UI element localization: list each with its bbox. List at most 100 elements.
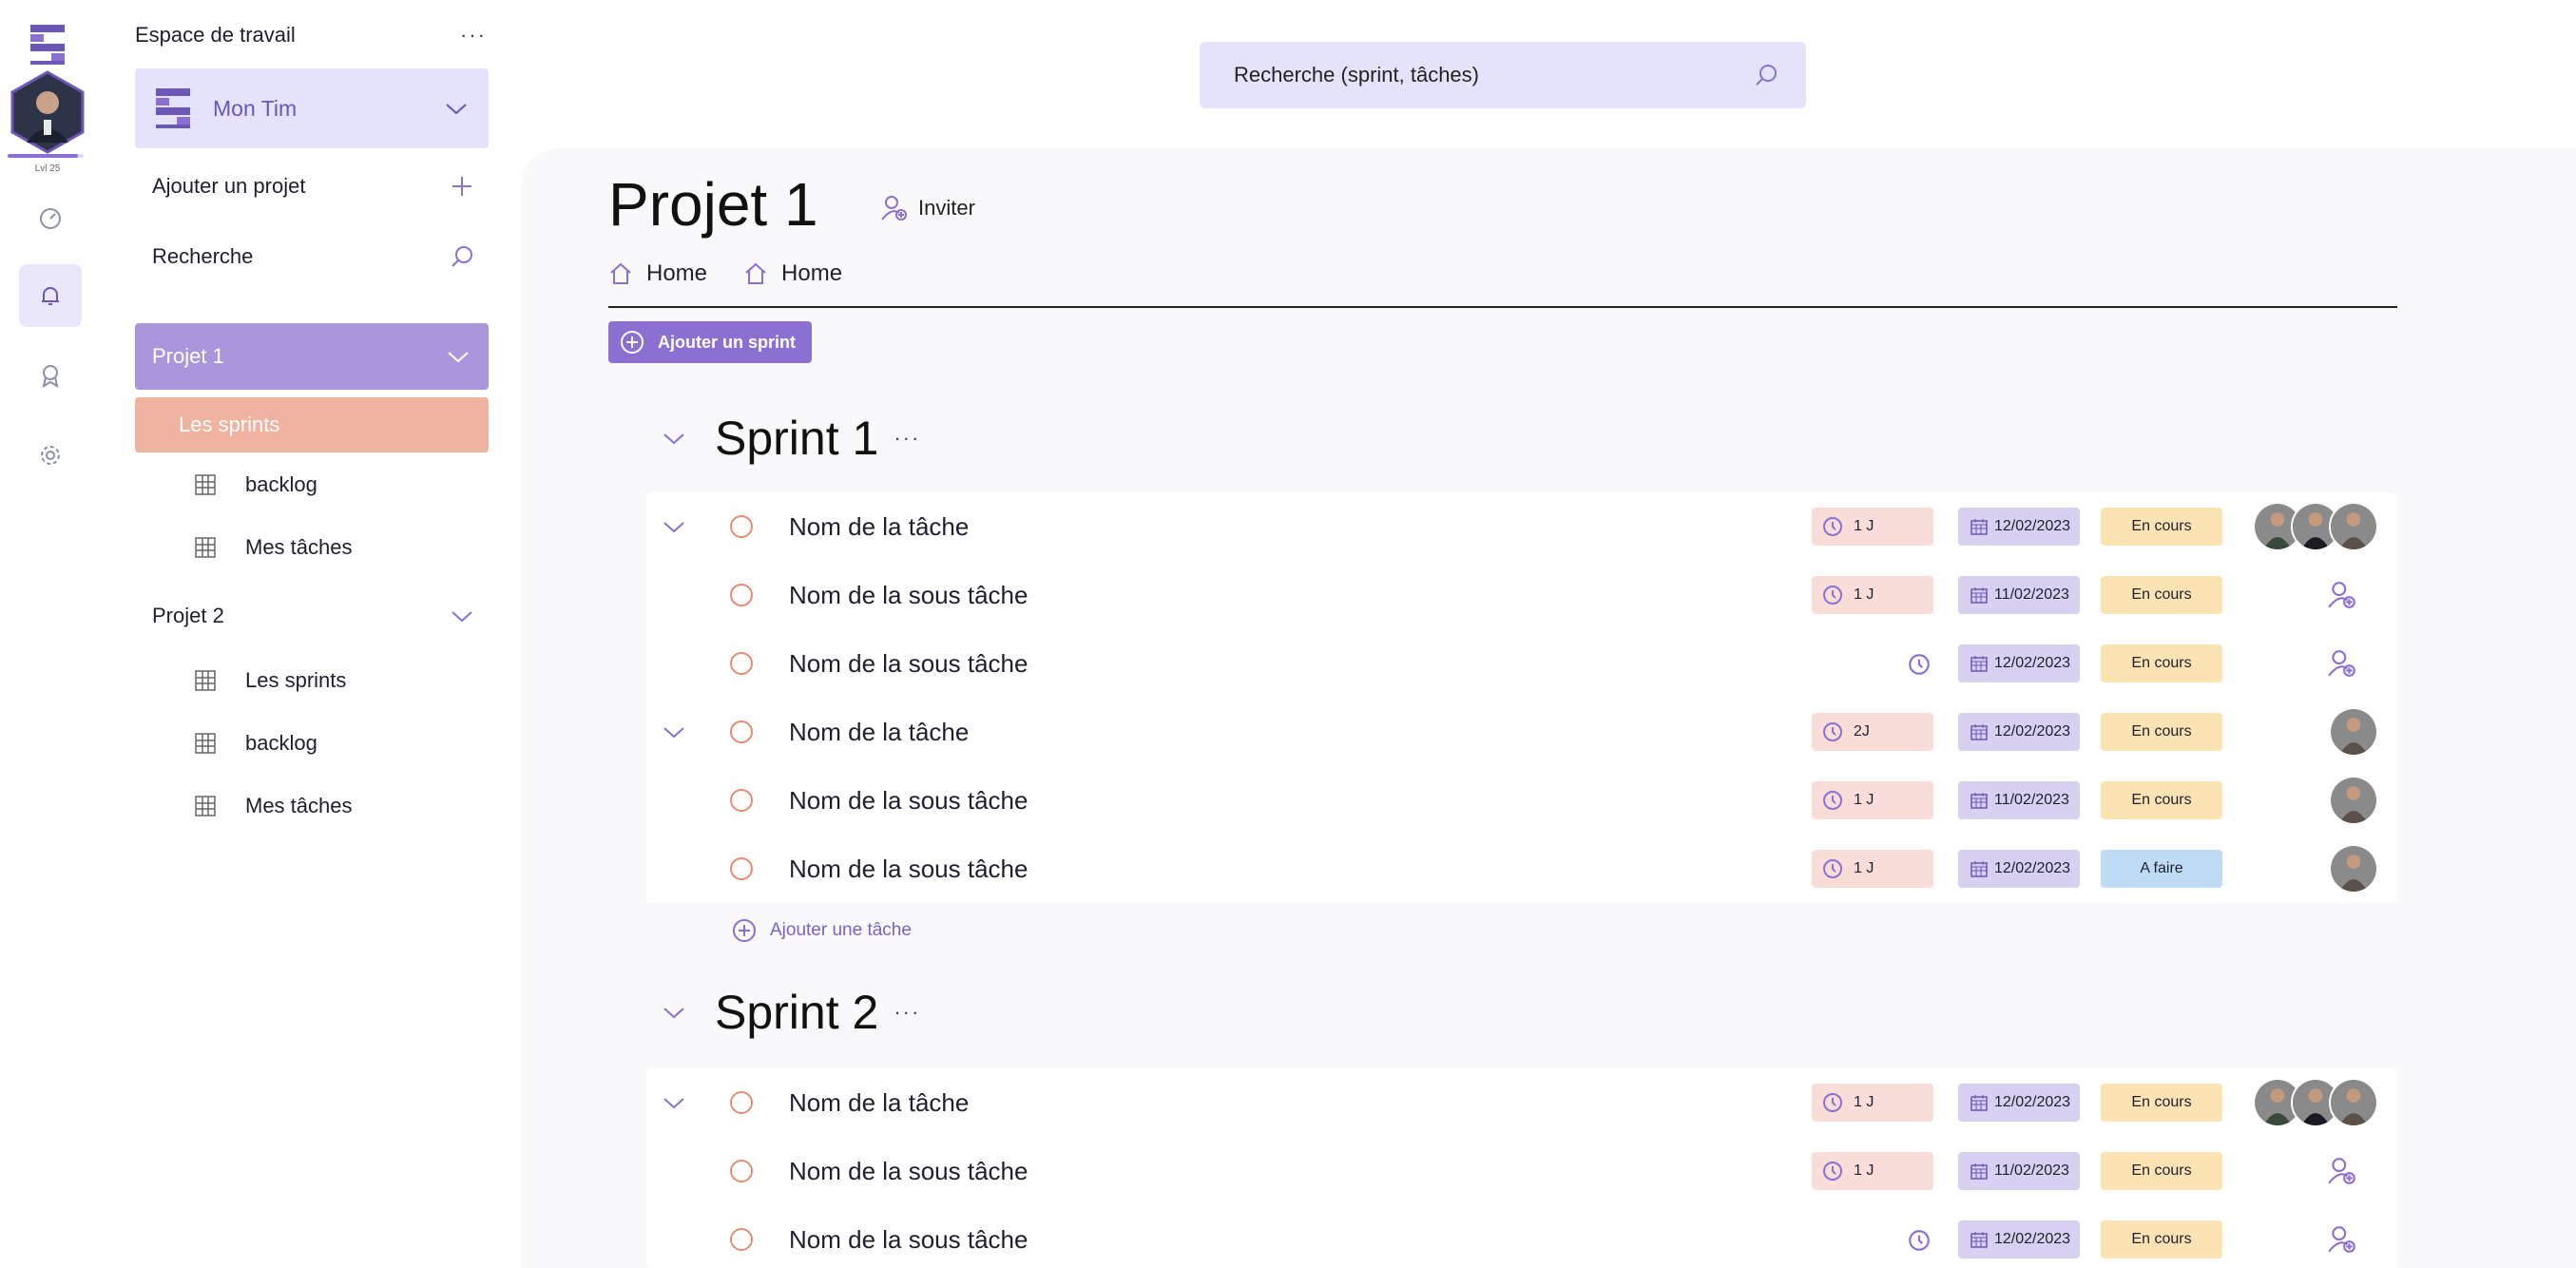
complete-checkbox[interactable]: [730, 1228, 753, 1251]
add-user-icon[interactable]: [2327, 1224, 2357, 1255]
task-name[interactable]: Nom de la tâche: [789, 718, 969, 747]
breadcrumb-home[interactable]: Home: [608, 260, 707, 287]
assignee-avatars[interactable]: [2253, 502, 2378, 551]
workspace-menu-icon[interactable]: ···: [460, 23, 487, 48]
due-date-pill[interactable]: 12/02/2023: [1958, 1220, 2080, 1258]
complete-checkbox[interactable]: [730, 857, 753, 880]
complete-checkbox[interactable]: [730, 515, 753, 538]
chevron-down-icon[interactable]: [662, 1090, 686, 1115]
duration-pill[interactable]: 1 J: [1812, 1084, 1933, 1122]
complete-checkbox[interactable]: [730, 584, 753, 606]
assignee-avatars[interactable]: [2329, 707, 2378, 757]
divider: [608, 306, 2397, 308]
awards-button[interactable]: [19, 344, 82, 407]
status-badge[interactable]: En cours: [2101, 713, 2222, 751]
status-badge[interactable]: En cours: [2101, 644, 2222, 682]
add-user-icon[interactable]: [2327, 648, 2357, 679]
status-badge[interactable]: A faire: [2101, 850, 2222, 888]
complete-checkbox[interactable]: [730, 652, 753, 675]
settings-button[interactable]: [19, 424, 82, 487]
sidebar-project-1[interactable]: Projet 1: [135, 323, 489, 390]
duration-pill[interactable]: 1 J: [1812, 508, 1933, 546]
notifications-button[interactable]: [19, 264, 82, 327]
subtask-row[interactable]: Nom de la sous tâche 12/02/2023 En cours: [646, 1205, 2397, 1268]
clock-icon[interactable]: [1907, 1228, 1932, 1253]
add-user-icon[interactable]: [2327, 580, 2357, 610]
breadcrumb-home[interactable]: Home: [743, 260, 842, 287]
subtask-row[interactable]: Nom de la sous tâche 12/02/2023 En cours: [646, 629, 2397, 698]
status-badge[interactable]: En cours: [2101, 1084, 2222, 1122]
complete-checkbox[interactable]: [730, 720, 753, 743]
task-name[interactable]: Nom de la sous tâche: [789, 1225, 1028, 1255]
sidebar-item-les-sprints[interactable]: Les sprints: [135, 397, 489, 452]
status-badge[interactable]: En cours: [2101, 1152, 2222, 1190]
task-name[interactable]: Nom de la tâche: [789, 512, 969, 542]
duration-pill[interactable]: 1 J: [1812, 1152, 1933, 1190]
sidebar-item-mes-taches[interactable]: Mes tâches: [194, 787, 353, 825]
complete-checkbox[interactable]: [730, 1160, 753, 1182]
due-date-pill[interactable]: 12/02/2023: [1958, 713, 2080, 751]
chevron-down-icon: [448, 352, 469, 363]
duration-pill[interactable]: 1 J: [1812, 781, 1933, 819]
invite-button[interactable]: Inviter: [880, 194, 975, 222]
due-date-pill[interactable]: 11/02/2023: [1958, 576, 2080, 614]
assignee-avatars[interactable]: [2329, 776, 2378, 825]
add-project-button[interactable]: Ajouter un projet: [152, 167, 475, 205]
add-sprint-button[interactable]: Ajouter un sprint: [608, 321, 812, 363]
due-date-pill[interactable]: 11/02/2023: [1958, 1152, 2080, 1190]
add-user-icon[interactable]: [2327, 1156, 2357, 1186]
task-name[interactable]: Nom de la sous tâche: [789, 581, 1028, 610]
status-badge[interactable]: En cours: [2101, 576, 2222, 614]
subtask-row[interactable]: Nom de la sous tâche 1 J 11/02/2023 En cour…: [646, 766, 2397, 835]
assignee-avatars[interactable]: [2253, 1078, 2378, 1127]
duration-pill[interactable]: 1 J: [1812, 850, 1933, 888]
sprint-header[interactable]: Sprint 2 ···: [662, 985, 920, 1040]
status-badge[interactable]: En cours: [2101, 508, 2222, 546]
duration-pill[interactable]: 2J: [1812, 713, 1933, 751]
subtask-row[interactable]: Nom de la sous tâche 1 J 12/02/2023 A faire: [646, 835, 2397, 903]
sidebar-project-2[interactable]: Projet 2: [152, 597, 475, 635]
due-date-pill[interactable]: 12/02/2023: [1958, 1084, 2080, 1122]
chevron-down-icon[interactable]: [662, 514, 686, 539]
due-date-pill[interactable]: 11/02/2023: [1958, 781, 2080, 819]
calendar-icon: [1970, 587, 1988, 604]
task-name[interactable]: Nom de la sous tâche: [789, 1157, 1028, 1186]
duration-value: 2J: [1854, 723, 1870, 740]
assignee-avatars[interactable]: [2329, 844, 2378, 893]
duration-pill[interactable]: 1 J: [1812, 576, 1933, 614]
task-row[interactable]: Nom de la tâche 1 J 12/02/2023 En cours: [646, 1068, 2397, 1137]
team-selector[interactable]: Mon Tim: [135, 68, 489, 148]
task-name[interactable]: Nom de la tâche: [789, 1088, 969, 1118]
project-label: Projet 2: [152, 604, 224, 627]
task-row[interactable]: Nom de la tâche 1 J 12/02/2023 En cours: [646, 492, 2397, 561]
due-date-pill[interactable]: 12/02/2023: [1958, 644, 2080, 682]
status-badge[interactable]: En cours: [2101, 781, 2222, 819]
sidebar-item-backlog[interactable]: backlog: [194, 466, 317, 504]
user-avatar[interactable]: [10, 70, 86, 154]
complete-checkbox[interactable]: [730, 1091, 753, 1114]
clock-icon[interactable]: [1907, 652, 1932, 677]
add-task-button[interactable]: Ajouter une tâche: [732, 918, 912, 943]
sprint-menu-icon[interactable]: ···: [894, 1000, 920, 1025]
task-name[interactable]: Nom de la sous tâche: [789, 649, 1028, 679]
task-row[interactable]: Nom de la tâche 2J 12/02/2023 En cours: [646, 698, 2397, 766]
status-badge[interactable]: En cours: [2101, 1220, 2222, 1258]
subtask-row[interactable]: Nom de la sous tâche 1 J 11/02/2023 En cour…: [646, 561, 2397, 629]
due-date-pill[interactable]: 12/02/2023: [1958, 850, 2080, 888]
sidebar-item-les-sprints[interactable]: Les sprints: [194, 662, 346, 700]
dashboard-button[interactable]: [19, 186, 82, 249]
complete-checkbox[interactable]: [730, 789, 753, 812]
workspace-header: Espace de travail ···: [135, 21, 487, 49]
subtask-row[interactable]: Nom de la sous tâche 1 J 11/02/2023 En cour…: [646, 1137, 2397, 1205]
chevron-down-icon[interactable]: [662, 720, 686, 744]
search-input[interactable]: Recherche (sprint, tâches): [1200, 42, 1806, 108]
sprint-menu-icon[interactable]: ···: [894, 426, 920, 451]
sidebar-item-backlog[interactable]: backlog: [194, 724, 317, 762]
sidebar-item-mes-taches[interactable]: Mes tâches: [194, 528, 353, 567]
sprint-header[interactable]: Sprint 1 ···: [662, 411, 920, 466]
due-date-pill[interactable]: 12/02/2023: [1958, 508, 2080, 546]
task-name[interactable]: Nom de la sous tâche: [789, 786, 1028, 816]
workspace-logo[interactable]: [29, 23, 67, 67]
task-name[interactable]: Nom de la sous tâche: [789, 855, 1028, 884]
sidebar-search-button[interactable]: Recherche: [152, 238, 475, 276]
